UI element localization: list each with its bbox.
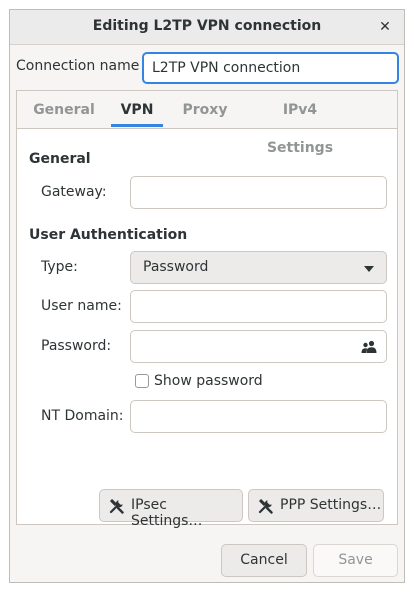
type-label: Type:: [41, 259, 78, 275]
password-label: Password:: [41, 338, 112, 354]
type-dropdown[interactable]: Password: [130, 251, 387, 284]
nt-domain-label: NT Domain:: [41, 408, 124, 424]
gateway-label: Gateway:: [41, 184, 107, 200]
chevron-down-icon: [364, 266, 374, 272]
show-password-checkbox[interactable]: [135, 374, 149, 388]
tab-bar: General VPN Proxy IPv4 Settings: [17, 91, 397, 156]
user-authentication-heading: User Authentication: [29, 227, 188, 243]
tab-proxy[interactable]: Proxy: [180, 91, 230, 127]
ppp-settings-button[interactable]: PPP Settings…: [248, 489, 384, 522]
username-input[interactable]: [130, 290, 387, 323]
cancel-button[interactable]: Cancel: [221, 544, 307, 577]
gateway-input[interactable]: [130, 176, 387, 209]
type-dropdown-value: Password: [143, 259, 209, 275]
ipsec-settings-label: IPsec Settings…: [131, 497, 203, 529]
window-title: Editing L2TP VPN connection: [92, 18, 322, 34]
titlebar: Editing L2TP VPN connection ✕: [10, 10, 404, 45]
user-group-icon[interactable]: [361, 340, 377, 354]
tools-icon: [109, 499, 124, 514]
tab-general[interactable]: General: [28, 91, 100, 127]
close-icon: ✕: [379, 19, 391, 35]
close-button[interactable]: ✕: [374, 16, 396, 38]
tab-ipv4-settings[interactable]: IPv4 Settings: [249, 91, 351, 156]
ipsec-settings-button[interactable]: IPsec Settings…: [99, 489, 243, 529]
connection-name-input[interactable]: L2TP VPN connection: [142, 52, 399, 84]
save-button[interactable]: Save: [313, 544, 398, 577]
tab-vpn[interactable]: VPN: [111, 91, 163, 127]
general-heading: General: [29, 151, 91, 167]
connection-name-label: Connection name: [16, 58, 140, 74]
username-label: User name:: [41, 298, 122, 314]
nt-domain-input[interactable]: [130, 400, 387, 433]
settings-notebook: General VPN Proxy IPv4 Settings General …: [16, 90, 398, 529]
tools-icon: [258, 499, 273, 514]
password-input[interactable]: [130, 330, 387, 363]
show-password-label[interactable]: Show password: [154, 373, 263, 389]
ppp-settings-label: PPP Settings…: [280, 497, 382, 513]
edit-vpn-dialog: Editing L2TP VPN connection ✕ Connection…: [9, 9, 405, 583]
